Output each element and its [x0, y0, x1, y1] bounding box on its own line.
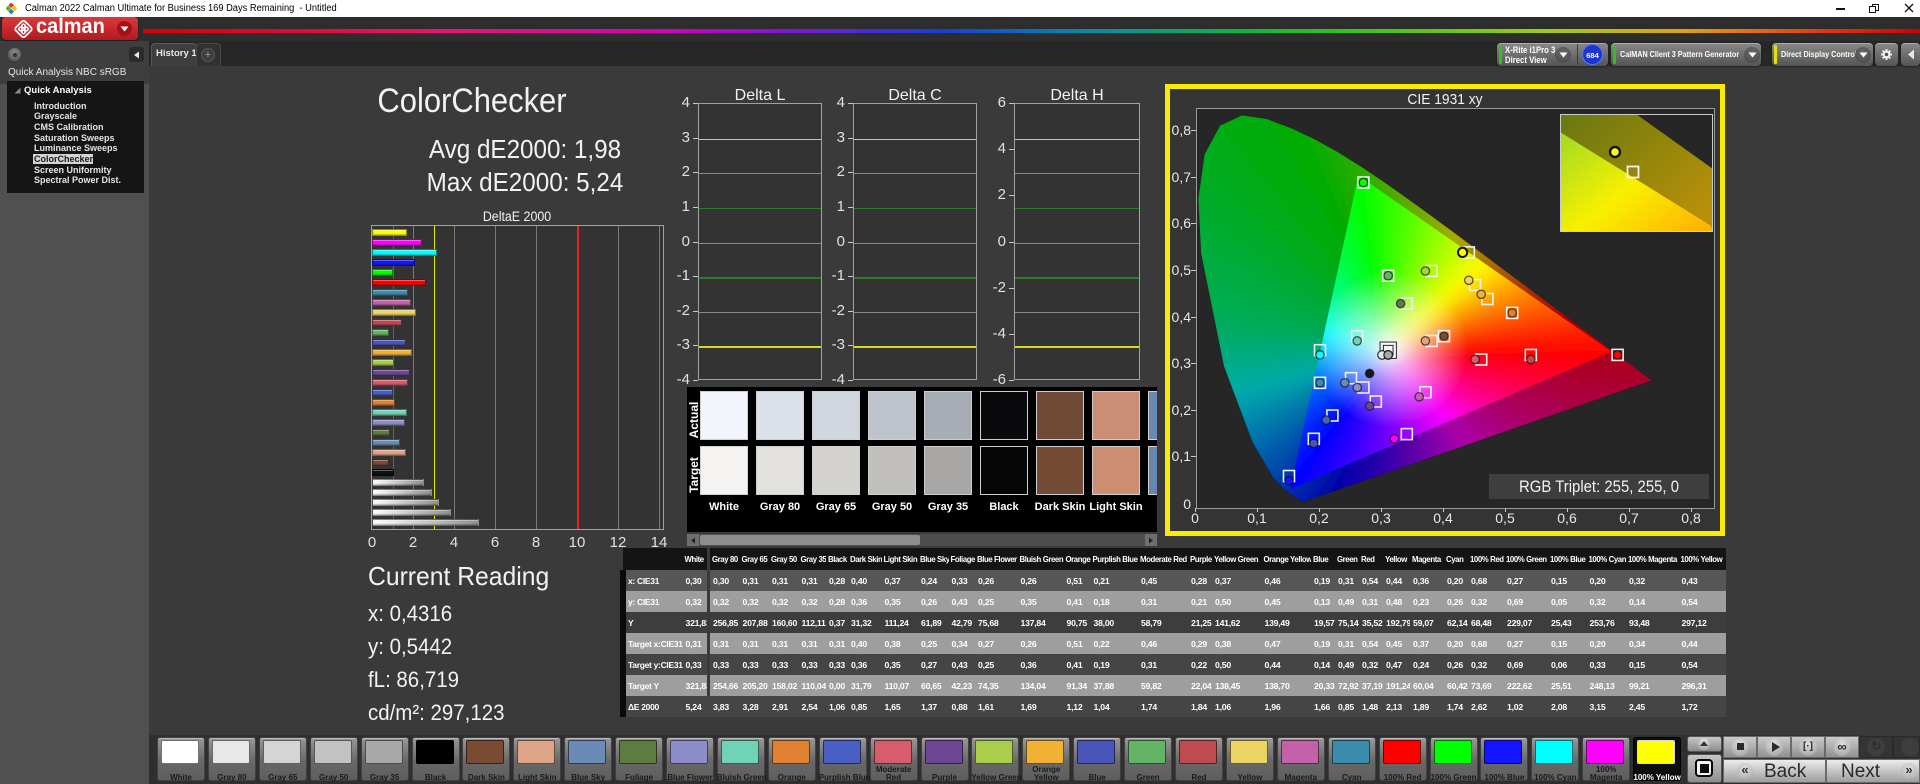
svg-text:RGB Triplet: 255, 255, 0: RGB Triplet: 255, 255, 0	[1519, 478, 1679, 496]
